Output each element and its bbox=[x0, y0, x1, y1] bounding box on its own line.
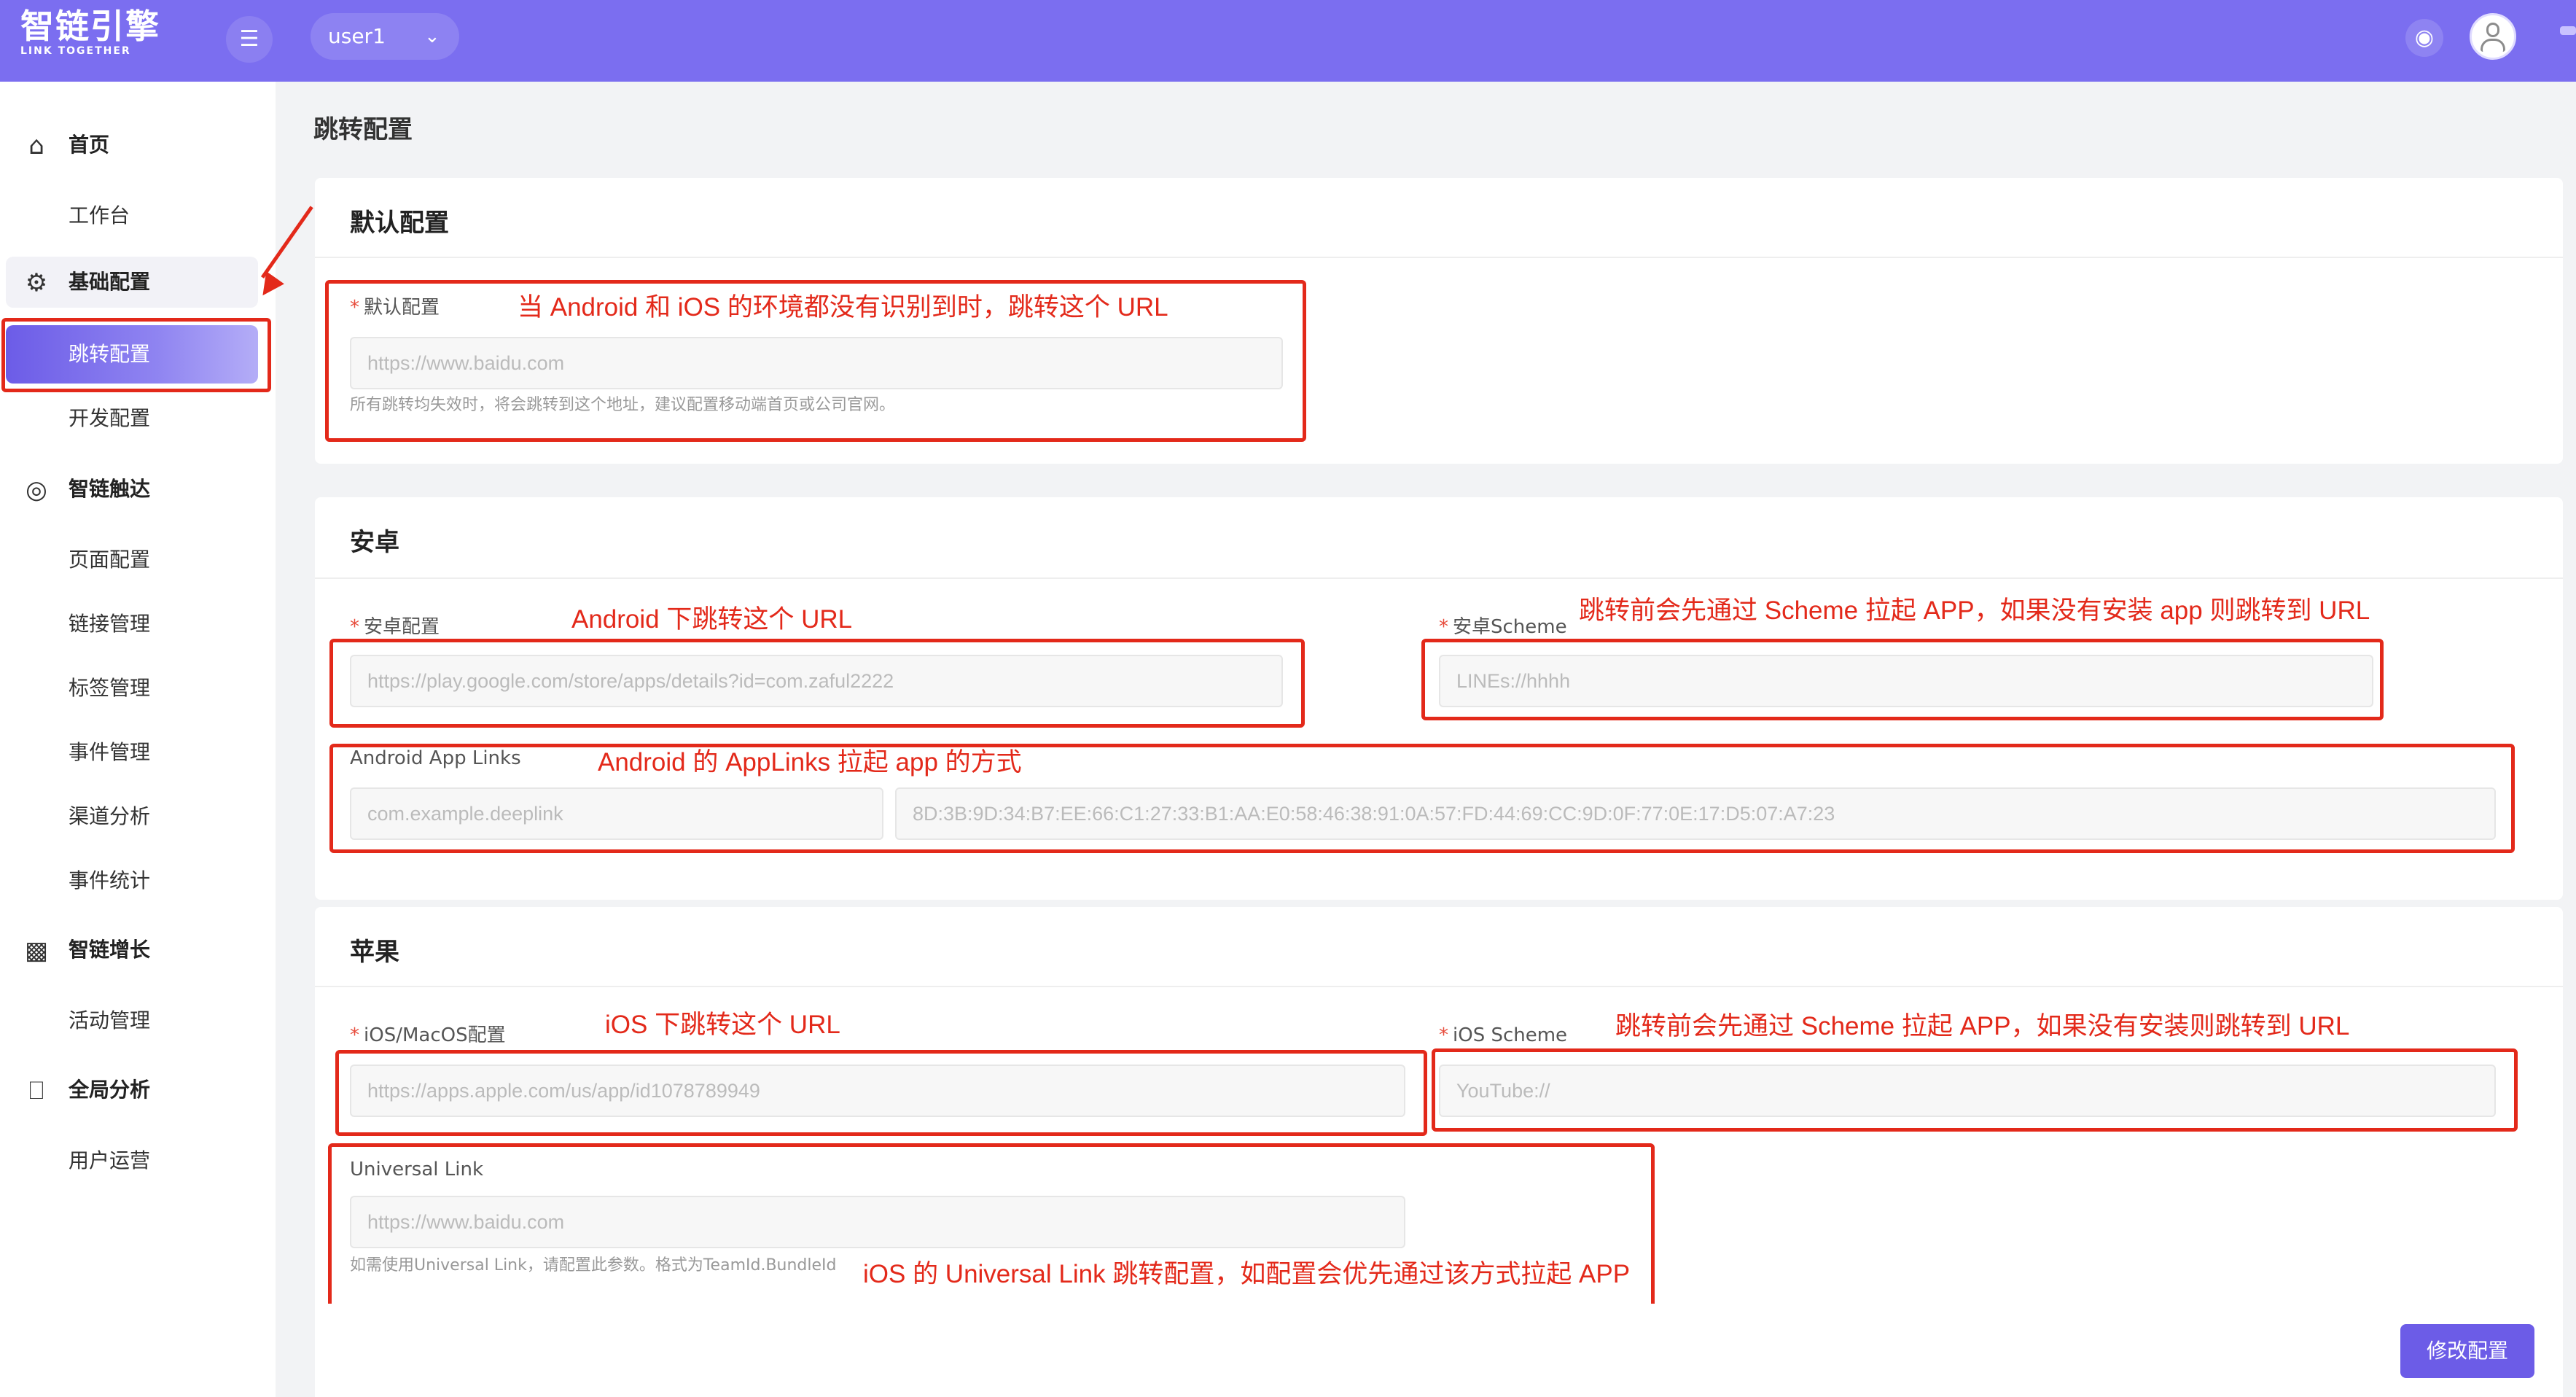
sidebar-item-dev-config[interactable]: 开发配置 bbox=[69, 404, 150, 433]
annotation-android-applinks: Android 的 AppLinks 拉起 app 的方式 bbox=[598, 748, 1022, 777]
sidebar-item-event-mgmt[interactable]: 事件管理 bbox=[69, 738, 150, 767]
action-bar bbox=[315, 1304, 2563, 1397]
card-title: 安卓 bbox=[350, 528, 399, 557]
sidebar-item-home[interactable]: ⌂ 首页 bbox=[0, 120, 276, 171]
submit-config-button[interactable]: 修改配置 bbox=[2400, 1324, 2534, 1378]
user-select[interactable]: user1 ⌄ bbox=[311, 13, 459, 60]
field-label-text: 安卓配置 bbox=[364, 616, 440, 638]
top-navbar: 智链引擎 LINK TOGETHER ☰ user1 ⌄ ◉ bbox=[0, 0, 2576, 82]
annotation-universal-link: iOS 的 Universal Link 跳转配置，如配置会优先通过该方式拉起 … bbox=[863, 1260, 1631, 1288]
menu-fold-icon[interactable]: ☰ bbox=[226, 16, 273, 63]
required-mark: * bbox=[1439, 616, 1448, 638]
sidebar-item-smart-reach[interactable]: ◎ 智链触达 bbox=[0, 464, 276, 515]
gear-icon: ⚙ bbox=[25, 268, 48, 297]
annotation-ios-scheme: 跳转前会先通过 Scheme 拉起 APP，如果没有安装则跳转到 URL bbox=[1615, 1012, 2350, 1040]
target-icon: ◎ bbox=[26, 475, 47, 505]
sidebar-item-label: 基础配置 bbox=[69, 270, 151, 294]
sidebar-item-label: 全局分析 bbox=[69, 1078, 151, 1102]
chevron-down-icon: ⌄ bbox=[424, 26, 440, 47]
sidebar-item-link-mgmt[interactable]: 链接管理 bbox=[69, 610, 150, 639]
card-title: 苹果 bbox=[350, 938, 399, 967]
annotation-android-scheme: 跳转前会先通过 Scheme 拉起 APP，如果没有安装 app 则跳转到 UR… bbox=[1579, 596, 2370, 625]
sidebar-item-basic-config[interactable]: ⚙ 基础配置 bbox=[6, 257, 258, 308]
field-label-text: 安卓Scheme bbox=[1453, 616, 1567, 638]
sidebar-item-page-config[interactable]: 页面配置 bbox=[69, 545, 150, 575]
card-header: 苹果 bbox=[315, 907, 2563, 987]
card-header: 默认配置 bbox=[315, 178, 2563, 258]
required-mark: * bbox=[350, 616, 359, 638]
sidebar-item-label: 智链增长 bbox=[69, 938, 151, 962]
android-url-label: * 安卓配置 bbox=[350, 615, 440, 639]
sidebar-item-channel-analysis[interactable]: 渠道分析 bbox=[69, 802, 150, 831]
annotation-box-android-scheme bbox=[1421, 639, 2384, 720]
home-icon: ⌂ bbox=[28, 131, 44, 160]
sidebar-item-label: 首页 bbox=[69, 133, 110, 157]
annotation-box-sidebar bbox=[1, 318, 271, 392]
globe-icon[interactable]: ◉ bbox=[2405, 19, 2443, 57]
sidebar-item-global-analysis[interactable]: ⎕ 全局分析 bbox=[0, 1065, 276, 1116]
required-mark: * bbox=[1439, 1024, 1448, 1046]
page-title: 跳转配置 bbox=[313, 115, 413, 144]
required-mark: * bbox=[350, 1024, 359, 1046]
sidebar-item-user-ops[interactable]: 用户运营 bbox=[69, 1146, 150, 1175]
bar-chart-icon: ▩ bbox=[24, 936, 49, 965]
annotation-box-ios-url bbox=[335, 1050, 1427, 1136]
sidebar-item-tag-mgmt[interactable]: 标签管理 bbox=[69, 674, 150, 703]
logo-tagline: LINK TOGETHER bbox=[20, 45, 131, 57]
user-select-value: user1 bbox=[328, 24, 386, 48]
card-header: 安卓 bbox=[315, 497, 2563, 579]
toolbar-edge-indicator bbox=[2560, 26, 2576, 35]
card-title: 默认配置 bbox=[350, 209, 449, 238]
avatar-head-shape bbox=[2486, 23, 2499, 37]
ios-url-label: * iOS/MacOS配置 bbox=[350, 1024, 506, 1047]
sidebar: ⌂ 首页 工作台 ⚙ 基础配置 跳转配置 开发配置 ◎ 智链触达 页面配置 链接… bbox=[0, 82, 276, 1397]
avatar-body-shape bbox=[2481, 39, 2505, 52]
ios-scheme-label: * iOS Scheme bbox=[1439, 1024, 1567, 1047]
avatar[interactable] bbox=[2470, 13, 2516, 60]
sidebar-item-label: 智链触达 bbox=[69, 477, 151, 501]
field-label-text: iOS/MacOS配置 bbox=[364, 1024, 506, 1046]
sidebar-item-activity-mgmt[interactable]: 活动管理 bbox=[69, 1006, 150, 1035]
annotation-box-ios-scheme bbox=[1432, 1048, 2518, 1132]
logo-text: 智链引擎 bbox=[20, 7, 160, 46]
monitor-chart-icon: ⎕ bbox=[28, 1076, 44, 1105]
field-label-text: iOS Scheme bbox=[1453, 1024, 1568, 1046]
annotation-default-url: 当 Android 和 iOS 的环境都没有识别到时，跳转这个 URL bbox=[518, 293, 1168, 322]
annotation-android-url: Android 下跳转这个 URL bbox=[571, 605, 853, 634]
sidebar-item-workbench[interactable]: 工作台 bbox=[69, 201, 130, 230]
logo[interactable]: 智链引擎 LINK TOGETHER bbox=[20, 7, 160, 57]
sidebar-item-smart-growth[interactable]: ▩ 智链增长 bbox=[0, 925, 276, 976]
sidebar-item-event-stats[interactable]: 事件统计 bbox=[69, 866, 150, 895]
annotation-box-android-url bbox=[329, 639, 1305, 728]
annotation-ios-url: iOS 下跳转这个 URL bbox=[605, 1011, 840, 1039]
android-scheme-label: * 安卓Scheme bbox=[1439, 615, 1567, 639]
